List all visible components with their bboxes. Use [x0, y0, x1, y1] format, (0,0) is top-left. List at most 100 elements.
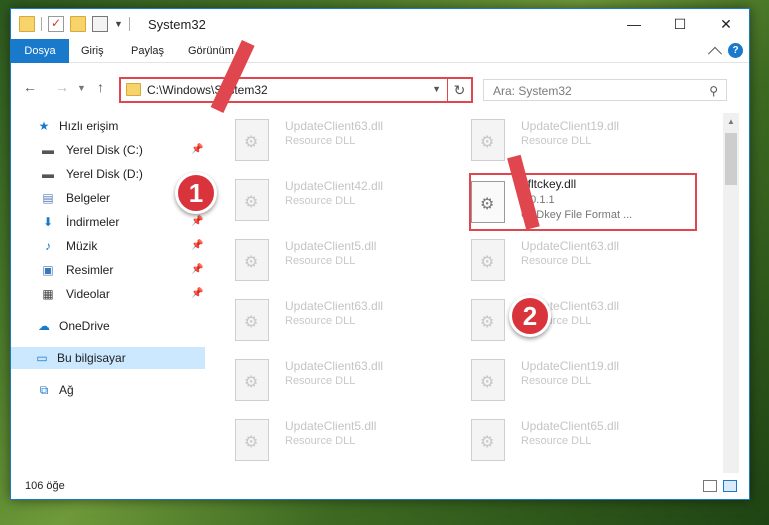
dll-file-icon — [471, 299, 505, 341]
properties-check-icon[interactable]: ✓ — [48, 16, 64, 32]
annotation-step-2: 2 — [509, 295, 551, 337]
scroll-up-icon[interactable]: ▲ — [727, 117, 735, 126]
sidebar-item-label: Müzik — [66, 239, 98, 253]
sidebar-item-downloads[interactable]: ⬇ İndirmeler 📌 — [11, 211, 205, 233]
navigation-pane: ★ Hızlı erişim ▬ Yerel Disk (C:) 📌 ▬ Yer… — [11, 113, 207, 473]
forward-arrow-icon[interactable]: → — [55, 79, 69, 95]
file-description: Resource DLL — [285, 375, 356, 387]
quick-access-toolbar: ✓ ▼ — [19, 16, 130, 32]
sidebar-item-pictures[interactable]: ▣ Resimler 📌 — [11, 259, 205, 281]
file-description: Resource DLL — [285, 435, 356, 447]
pin-icon[interactable]: 📌 — [191, 283, 203, 305]
sidebar-item-local-disk-c[interactable]: ▬ Yerel Disk (C:) 📌 — [11, 139, 205, 161]
file-name: UpdateClient5.dll — [285, 419, 377, 433]
file-item[interactable]: UpdateClient63.dll Resource DLL — [461, 295, 701, 347]
search-input[interactable]: Ara: System32 ⚲ — [483, 79, 727, 101]
close-button[interactable]: ✕ — [703, 9, 749, 39]
search-icon[interactable]: ⚲ — [709, 84, 718, 98]
sidebar-item-network[interactable]: ⧉ Ağ — [11, 379, 205, 401]
computer-monitor-icon: ▭ — [36, 351, 48, 365]
file-item[interactable]: UpdateClient5.dll Resource DLL — [225, 235, 465, 287]
file-name: UpdateClient5.dll — [285, 239, 377, 253]
folder-icon[interactable] — [19, 16, 35, 32]
item-count: 106 öğe — [25, 480, 65, 492]
new-folder-icon[interactable] — [70, 16, 86, 32]
recent-locations-chevron-icon[interactable]: ▼ — [77, 83, 86, 93]
back-arrow-icon[interactable]: ← — [23, 79, 37, 95]
file-item[interactable]: UpdateClient19.dll Resource DLL — [461, 115, 701, 167]
refresh-icon[interactable]: ↻ — [447, 79, 471, 101]
search-placeholder: Ara: System32 — [493, 84, 572, 98]
sidebar-item-local-disk-d[interactable]: ▬ Yerel Disk (D:) — [11, 163, 205, 185]
file-name: UpdateClient63.dll — [285, 119, 384, 133]
pin-icon[interactable]: 📌 — [191, 259, 203, 281]
folder-icon — [126, 83, 141, 96]
file-name: UpdateClient42.dll — [285, 179, 384, 193]
customize-toolbar-icon[interactable]: ▼ — [114, 19, 123, 29]
file-item[interactable]: UpdateClient63.dll Resource DLL — [225, 115, 465, 167]
sidebar-item-music[interactable]: ♪ Müzik 📌 — [11, 235, 205, 257]
minimize-button[interactable]: — — [611, 9, 657, 39]
vertical-scrollbar[interactable]: ▲ — [723, 113, 739, 473]
help-icon[interactable]: ? — [728, 43, 743, 58]
maximize-button[interactable]: ☐ — [657, 9, 703, 39]
sidebar-item-label: Belgeler — [66, 191, 111, 205]
scrollbar-thumb[interactable] — [725, 133, 737, 185]
ribbon-tabs: Dosya Giriş Paylaş Görünüm ? — [11, 39, 749, 63]
file-explorer-window: ✓ ▼ System32 — ☐ ✕ Dosya Giriş Paylaş Gö… — [10, 8, 750, 500]
star-icon: ★ — [38, 119, 50, 133]
file-item[interactable]: UpdateClient19.dll Resource DLL — [461, 355, 701, 407]
sidebar-item-label: OneDrive — [59, 319, 110, 333]
file-item[interactable]: UpdateClient63.dll Resource DLL — [225, 355, 465, 407]
sidebar-item-label: Ağ — [59, 383, 74, 397]
dll-file-icon — [471, 359, 505, 401]
pin-icon[interactable]: 📌 — [191, 139, 203, 161]
sidebar-item-videos[interactable]: ▦ Videolar 📌 — [11, 283, 205, 305]
window-title: System32 — [148, 17, 206, 32]
address-bar[interactable]: C:\Windows\System32 ▼ ↻ — [119, 77, 473, 103]
expand-ribbon-icon[interactable] — [707, 46, 723, 61]
address-dropdown-chevron-icon[interactable]: ▼ — [432, 84, 441, 94]
pin-icon[interactable]: 📌 — [191, 235, 203, 257]
drive-icon: ▬ — [42, 167, 54, 181]
file-item[interactable]: UpdateClient42.dll Resource DLL — [225, 175, 465, 227]
sidebar-item-label: Hızlı erişim — [59, 119, 119, 133]
file-description: Resource DLL — [285, 315, 356, 327]
properties-icon[interactable] — [92, 16, 108, 32]
file-name: UpdateClient65.dll — [521, 419, 620, 433]
dll-file-icon — [235, 419, 269, 461]
tiles-view-icon[interactable] — [723, 480, 737, 492]
pin-icon[interactable]: 📌 — [191, 211, 203, 233]
annotation-step-1: 1 — [175, 172, 217, 214]
sidebar-item-label: İndirmeler — [66, 215, 120, 229]
status-bar: 106 öğe — [11, 475, 749, 499]
tab-share[interactable]: Paylaş — [121, 39, 174, 63]
navigation-bar: ← → ▼ ↑ C:\Windows\System32 ▼ ↻ Ara: Sys… — [11, 64, 749, 112]
film-icon: ▦ — [42, 287, 54, 301]
file-name: UpdateClient63.dll — [521, 239, 620, 253]
sidebar-item-quick-access[interactable]: ★ Hızlı erişim — [11, 115, 205, 137]
details-view-icon[interactable] — [703, 480, 717, 492]
dll-file-icon — [471, 239, 505, 281]
file-item[interactable]: UpdateClient63.dll Resource DLL — [225, 295, 465, 347]
sidebar-item-this-pc[interactable]: ▭ Bu bilgisayar — [11, 347, 205, 369]
file-name: UpdateClient19.dll — [521, 119, 620, 133]
dll-file-icon — [471, 119, 505, 161]
file-description: Resource DLL — [285, 135, 356, 147]
file-item[interactable]: UpdateClient5.dll Resource DLL — [225, 415, 465, 467]
address-path[interactable]: C:\Windows\System32 — [147, 83, 268, 97]
file-description: Resource DLL — [285, 195, 356, 207]
sidebar-item-onedrive[interactable]: ☁ OneDrive — [11, 315, 205, 337]
drive-icon: ▬ — [42, 143, 54, 157]
file-item[interactable]: UpdateClient65.dll Resource DLL — [461, 415, 701, 467]
dll-file-icon — [235, 299, 269, 341]
dll-file-icon — [471, 419, 505, 461]
ribbon-right-controls: ? — [707, 43, 743, 61]
download-arrow-icon: ⬇ — [42, 215, 54, 229]
tab-file[interactable]: Dosya — [11, 39, 69, 63]
tab-home[interactable]: Giriş — [71, 39, 114, 63]
up-arrow-icon[interactable]: ↑ — [97, 79, 104, 95]
document-icon: ▤ — [42, 191, 54, 205]
file-description: Resource DLL — [521, 255, 592, 267]
file-item[interactable]: UpdateClient63.dll Resource DLL — [461, 235, 701, 287]
